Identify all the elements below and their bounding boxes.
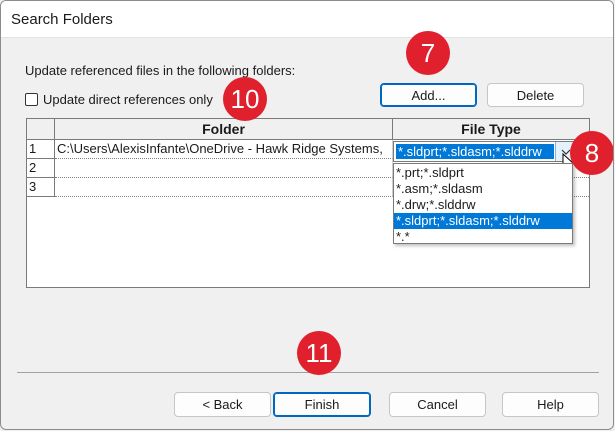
dropdown-option-selected[interactable]: *.sldprt;*.sldasm;*.slddrw — [394, 213, 572, 229]
dropdown-option[interactable]: *.asm;*.sldasm — [394, 181, 572, 197]
dropdown-option[interactable]: *.* — [394, 229, 572, 245]
update-direct-references-checkbox[interactable]: Update direct references only — [25, 90, 213, 108]
row-number: 2 — [27, 159, 55, 178]
back-button[interactable]: < Back — [174, 392, 271, 417]
help-button[interactable]: Help — [502, 392, 599, 417]
folder-cell[interactable]: C:\Users\AlexisInfante\OneDrive - Hawk R… — [55, 140, 393, 159]
file-type-combobox[interactable]: *.sldprt;*.sldasm;*.slddrw — [393, 141, 577, 162]
instruction-text: Update referenced files in the following… — [25, 63, 296, 78]
callout-badge-11: 11 — [297, 331, 341, 375]
row-number: 1 — [27, 140, 55, 159]
delete-button[interactable]: Delete — [487, 83, 584, 107]
checkbox-box[interactable] — [25, 92, 38, 106]
cancel-button[interactable]: Cancel — [389, 392, 486, 417]
dropdown-option[interactable]: *.drw;*.slddrw — [394, 197, 572, 213]
title-bar: Search Folders — [1, 1, 613, 38]
checkbox-label: Update direct references only — [43, 91, 213, 107]
folder-cell[interactable] — [55, 159, 393, 178]
callout-badge-7: 7 — [406, 31, 450, 75]
window-title: Search Folders — [11, 11, 113, 28]
combobox-selected-value: *.sldprt;*.sldasm;*.slddrw — [396, 144, 554, 159]
file-type-dropdown-list[interactable]: *.prt;*.sldprt *.asm;*.sldasm *.drw;*.sl… — [393, 163, 573, 244]
callout-badge-8: 8 — [570, 131, 613, 175]
file-type-column-header: File Type — [393, 119, 589, 140]
row-number: 3 — [27, 178, 55, 197]
finish-button[interactable]: Finish — [273, 392, 371, 417]
add-button[interactable]: Add... — [380, 83, 477, 107]
search-folders-dialog: Search Folders Update referenced files i… — [0, 0, 614, 430]
dropdown-option[interactable]: *.prt;*.sldprt — [394, 165, 572, 181]
grid-corner — [27, 119, 55, 140]
folder-column-header: Folder — [55, 119, 393, 140]
folder-cell[interactable] — [55, 178, 393, 197]
callout-badge-10: 10 — [223, 77, 267, 121]
